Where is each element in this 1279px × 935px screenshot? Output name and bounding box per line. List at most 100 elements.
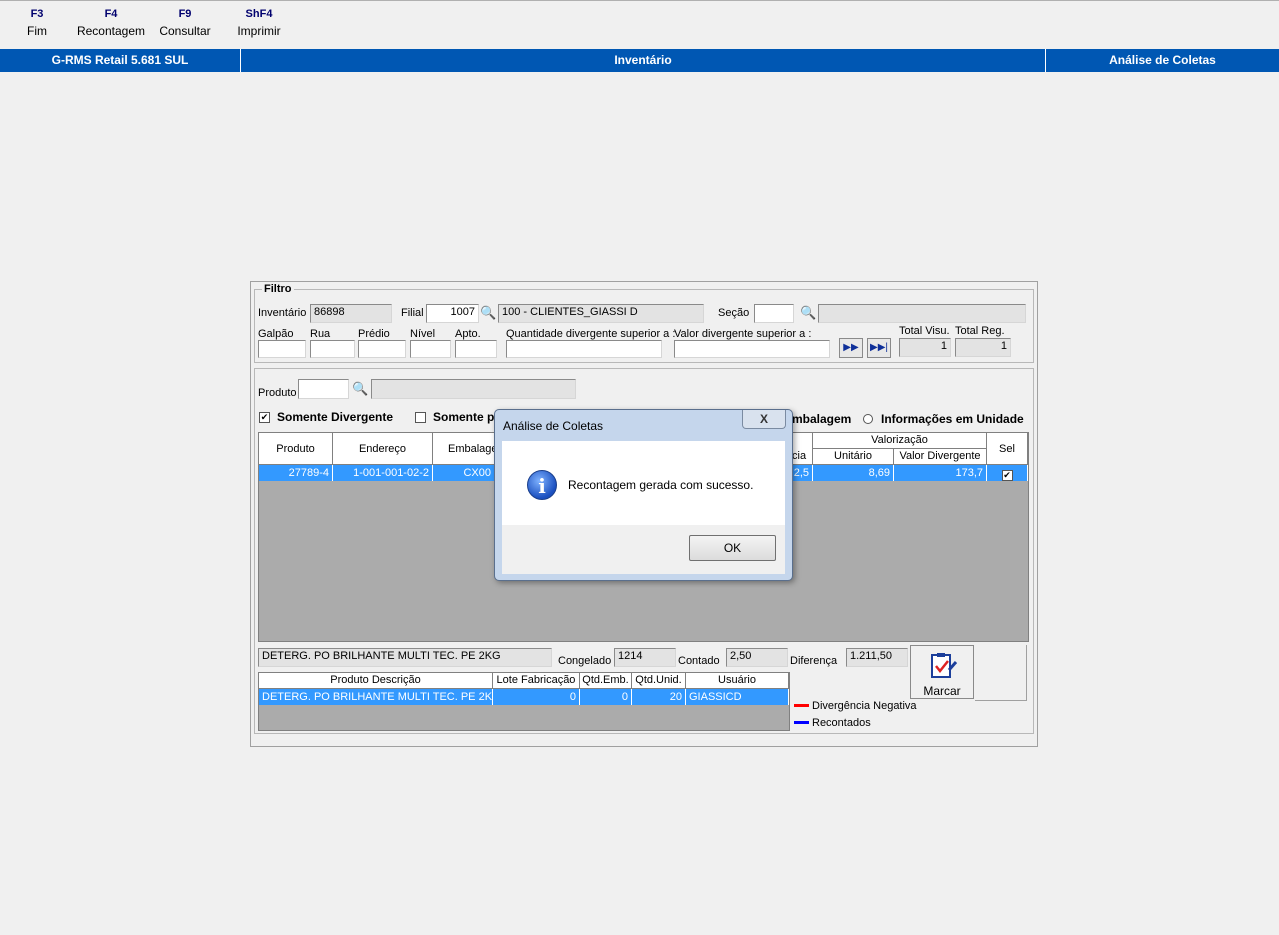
rua-label: Rua xyxy=(310,328,331,340)
produto-input[interactable] xyxy=(298,379,349,399)
dialog-body: i Recontagem gerada com sucesso. xyxy=(502,441,785,525)
dialog-title: Análise de Coletas xyxy=(503,419,604,433)
rua-input[interactable] xyxy=(310,340,355,358)
somente-p-checkbox[interactable] xyxy=(415,412,426,423)
inventario-label: Inventário xyxy=(258,307,307,319)
secao-label: Seção xyxy=(718,307,750,319)
somente-divergente-checkbox[interactable]: ✔ xyxy=(259,412,270,423)
recontagem-label: Recontagem xyxy=(76,24,146,38)
imprimir-button[interactable]: ShF4 Imprimir xyxy=(232,8,286,38)
marcar-button[interactable]: Marcar xyxy=(910,645,974,699)
col-produto-header[interactable]: Produto xyxy=(259,433,333,465)
module-name: Inventário xyxy=(614,53,672,67)
somente-p-label: Somente p xyxy=(433,410,495,424)
inventario-field: 86898 xyxy=(310,304,392,323)
sub-col-lote-header[interactable]: Lote Fabricação xyxy=(493,673,580,689)
embalagem-radio-label: mbalagem xyxy=(792,412,852,426)
filial-description: 100 - CLIENTES_GIASSI D xyxy=(498,304,704,323)
qtd-divergente-input[interactable] xyxy=(506,340,662,358)
diferenca-label: Diferença xyxy=(790,655,838,667)
divider xyxy=(1026,645,1027,701)
dialog-message: Recontagem gerada com sucesso. xyxy=(568,478,754,492)
col-valorizacao-header: Valorização xyxy=(813,433,987,449)
row-embalagem-cell[interactable]: CX00 xyxy=(433,465,495,481)
screen-name: Análise de Coletas xyxy=(1109,53,1216,67)
secao-description xyxy=(818,304,1026,323)
last-page-button[interactable]: ▶▶| xyxy=(867,338,891,358)
consultar-label: Consultar xyxy=(159,24,211,38)
row-sel-checkbox[interactable]: ✔ xyxy=(1001,470,1013,481)
contado-label: Contado xyxy=(678,655,720,667)
sub-row-qtdunid[interactable]: 20 xyxy=(632,689,686,705)
diferenca-field: 1.211,50 xyxy=(846,648,908,667)
contado-field: 2,50 xyxy=(726,648,788,667)
recontados-label: Recontados xyxy=(812,717,871,729)
apto-label: Apto. xyxy=(455,328,481,340)
total-reg-field: 1 xyxy=(955,338,1011,357)
filial-search-binoculars-icon[interactable]: 🔍 xyxy=(480,305,496,321)
valor-divergente-input[interactable] xyxy=(674,340,830,358)
produto-detail-description: DETERG. PO BRILHANTE MULTI TEC. PE 2KG xyxy=(258,648,552,667)
fim-button[interactable]: F3 Fim xyxy=(22,8,52,38)
top-border xyxy=(0,0,1279,1)
secao-search-binoculars-icon[interactable]: 🔍 xyxy=(800,305,816,321)
recontados-swatch xyxy=(794,721,809,724)
imprimir-label: Imprimir xyxy=(237,24,281,38)
row-diferenca-cell[interactable]: 2,5 xyxy=(792,465,813,481)
clipboard-check-icon xyxy=(929,652,958,678)
sub-col-qtdemb-header[interactable]: Qtd.Emb. xyxy=(580,673,632,689)
col-endereco-header[interactable]: Endereço xyxy=(333,433,433,465)
consultar-button[interactable]: F9 Consultar xyxy=(157,8,213,38)
predio-input[interactable] xyxy=(358,340,406,358)
filtro-title: Filtro xyxy=(262,283,294,295)
apto-input[interactable] xyxy=(455,340,497,358)
marcar-label: Marcar xyxy=(923,684,961,698)
imprimir-key: ShF4 xyxy=(245,8,273,20)
qtd-divergente-label: Quantidade divergente superior a : xyxy=(506,328,676,340)
row-endereco-cell[interactable]: 1-001-001-02-2 xyxy=(333,465,433,481)
next-page-button[interactable]: ▶▶ xyxy=(839,338,863,358)
row-sel-cell[interactable]: ✔ xyxy=(987,465,1028,481)
nivel-input[interactable] xyxy=(410,340,451,358)
sub-col-usuario-header[interactable]: Usuário xyxy=(686,673,789,689)
sub-col-qtdunid-header[interactable]: Qtd.Unid. xyxy=(632,673,686,689)
dialog-close-button[interactable]: X xyxy=(742,410,786,429)
consultar-key: F9 xyxy=(178,8,192,20)
recontagem-key: F4 xyxy=(104,8,118,20)
divider xyxy=(975,700,1027,701)
row-valor-divergente-cell[interactable]: 173,7 xyxy=(894,465,987,481)
total-reg-label: Total Reg. xyxy=(955,325,1005,337)
divergencia-negativa-swatch xyxy=(794,704,809,707)
total-visu-label: Total Visu. xyxy=(899,325,950,337)
info-icon: i xyxy=(527,470,557,500)
row-unitario-cell[interactable]: 8,69 xyxy=(813,465,894,481)
col-valor-divergente-header[interactable]: Valor Divergente xyxy=(894,449,987,465)
info-unidade-radio[interactable] xyxy=(863,414,873,424)
nivel-label: Nível xyxy=(410,328,436,340)
dialog-footer: OK xyxy=(502,525,785,574)
col-diferenca-header[interactable]: cia xyxy=(792,433,813,465)
col-embalagem-header[interactable]: Embalage xyxy=(433,433,498,465)
produto-search-binoculars-icon[interactable]: 🔍 xyxy=(352,381,368,397)
filial-input[interactable]: 1007 xyxy=(426,304,479,323)
secao-input[interactable] xyxy=(754,304,794,323)
col-unitario-header[interactable]: Unitário xyxy=(813,449,894,465)
somente-divergente-label: Somente Divergente xyxy=(277,410,394,424)
total-visu-field: 1 xyxy=(899,338,951,357)
row-produto-cell[interactable]: 27789-4 xyxy=(259,465,333,481)
info-unidade-label: Informações em Unidade xyxy=(881,412,1024,426)
fim-label: Fim xyxy=(27,24,47,38)
ok-button[interactable]: OK xyxy=(689,535,776,561)
col-sel-header[interactable]: Sel xyxy=(987,433,1028,465)
galpao-input[interactable] xyxy=(258,340,306,358)
produto-description xyxy=(371,379,576,399)
sub-row-usuario[interactable]: GIASSICD xyxy=(686,689,789,705)
sub-row-lote[interactable]: 0 xyxy=(493,689,580,705)
app-name: G-RMS Retail 5.681 SUL xyxy=(51,53,189,67)
filial-label: Filial xyxy=(401,307,424,319)
sub-col-descricao-header[interactable]: Produto Descrição xyxy=(259,673,493,689)
sub-row-qtdemb[interactable]: 0 xyxy=(580,689,632,705)
produto-label: Produto xyxy=(258,387,297,399)
sub-row-descricao[interactable]: DETERG. PO BRILHANTE MULTI TEC. PE 2K xyxy=(259,689,493,705)
recontagem-button[interactable]: F4 Recontagem xyxy=(75,8,147,38)
